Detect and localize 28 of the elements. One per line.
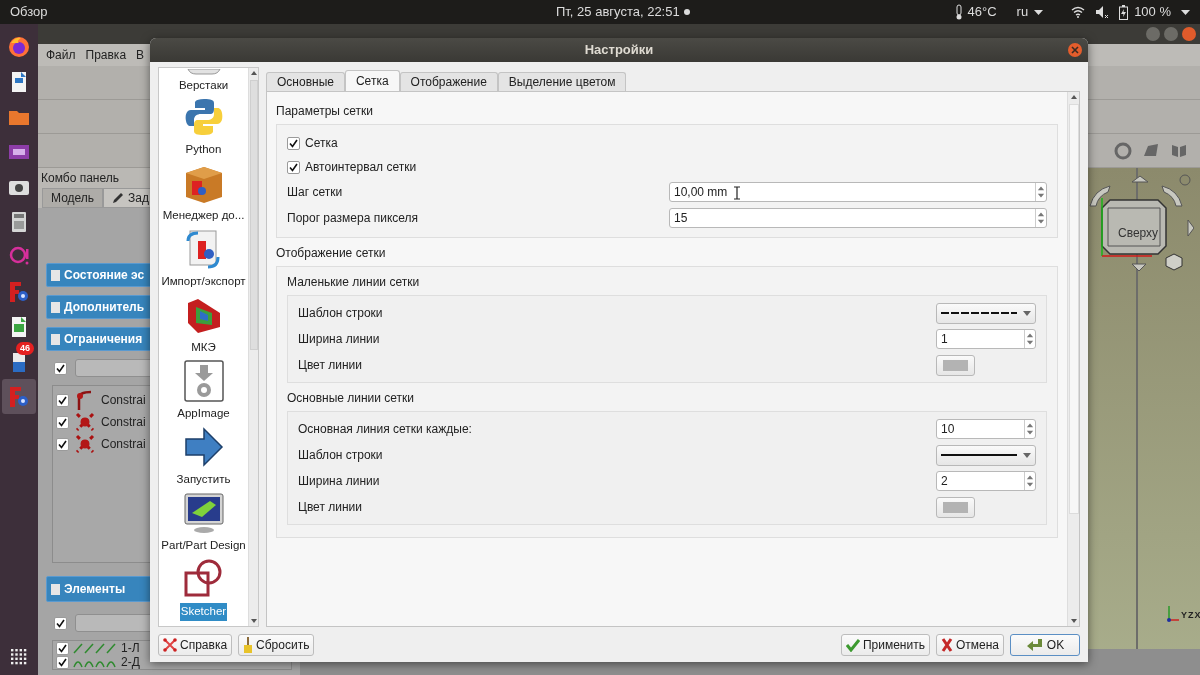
field-label: Цвет линии — [298, 357, 362, 374]
category-label: Менеджер до... — [161, 208, 246, 224]
field-label: Ширина линии — [298, 473, 380, 490]
axis-label: X — [1194, 608, 1200, 622]
field-label: Шаблон строки — [298, 447, 383, 464]
field-label: Сетка — [305, 135, 338, 152]
axis-label: Y — [1181, 608, 1187, 622]
field-label: Цвет линии — [298, 499, 362, 516]
category-label: Запустить — [175, 472, 232, 488]
category-label: Part/Part Design — [160, 538, 247, 554]
category-label: Импорт/экспорт — [160, 274, 247, 290]
section-title: Параметры сетки — [276, 103, 375, 120]
field-label: Ширина линии — [298, 331, 380, 348]
field-label: Порог размера пикселя — [287, 210, 419, 227]
category-label: Sketcher — [179, 603, 228, 621]
notification-badge: 46 — [16, 342, 34, 355]
category-label: Верстаки — [177, 77, 230, 93]
axis-label: Z — [1188, 608, 1194, 622]
field-label: Автоинтервал сетки — [305, 159, 417, 176]
field-label: Шаблон строки — [298, 305, 383, 322]
category-label: МКЭ — [190, 340, 217, 356]
section-title: Отображение сетки — [276, 245, 387, 262]
category-label: AppImage — [176, 406, 231, 422]
group-title: Основные линии сетки — [287, 390, 416, 407]
category-label: Python — [184, 142, 223, 158]
field-label: Основная линия сетки каждые: — [298, 421, 472, 438]
dialog-title: Настройки — [584, 41, 654, 60]
group-title: Маленькие линии сетки — [287, 274, 421, 291]
